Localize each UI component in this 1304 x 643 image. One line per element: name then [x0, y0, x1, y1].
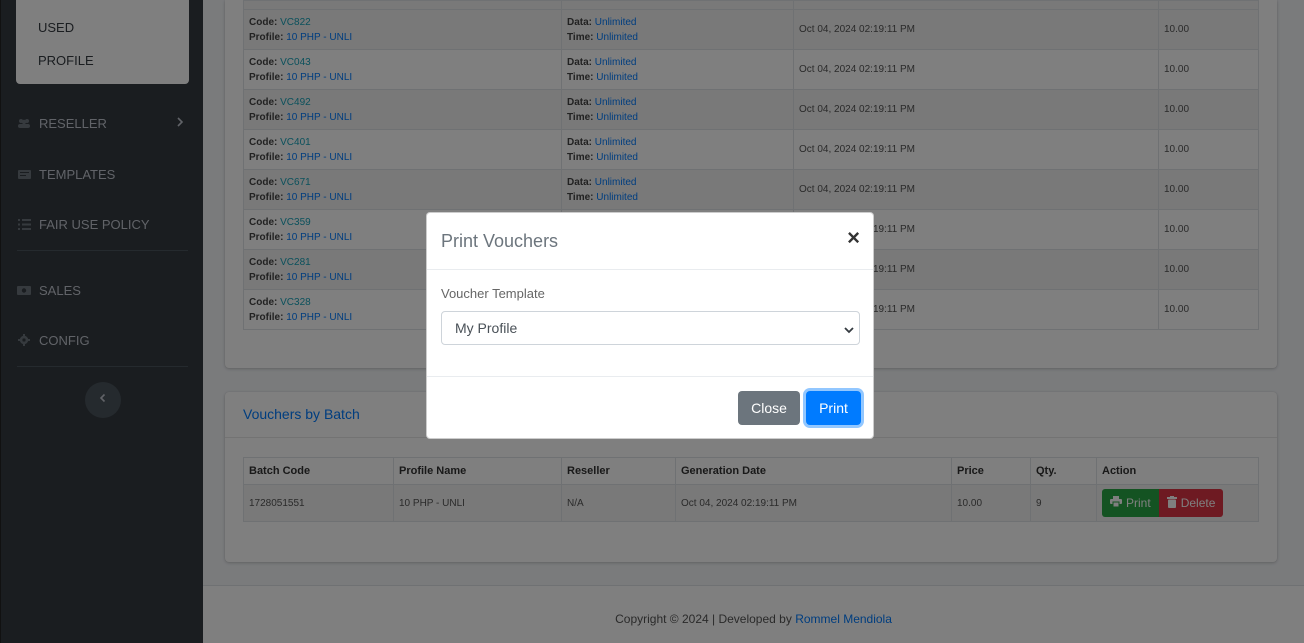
modal-body: Voucher Template My Profile — [427, 270, 873, 377]
chevron-down-icon — [843, 323, 855, 335]
modal-title: Print Vouchers — [441, 231, 559, 251]
modal-header: Print Vouchers × — [427, 213, 873, 270]
print-button[interactable]: Print — [806, 391, 861, 425]
selected-value: My Profile — [455, 320, 518, 336]
voucher-template-label: Voucher Template — [441, 286, 545, 301]
print-vouchers-modal: Print Vouchers × Voucher Template My Pro… — [426, 212, 874, 439]
close-icon[interactable]: × — [847, 227, 860, 249]
voucher-template-select[interactable]: My Profile — [441, 311, 860, 345]
modal-footer: Close Print — [427, 377, 873, 440]
close-button[interactable]: Close — [738, 391, 800, 425]
